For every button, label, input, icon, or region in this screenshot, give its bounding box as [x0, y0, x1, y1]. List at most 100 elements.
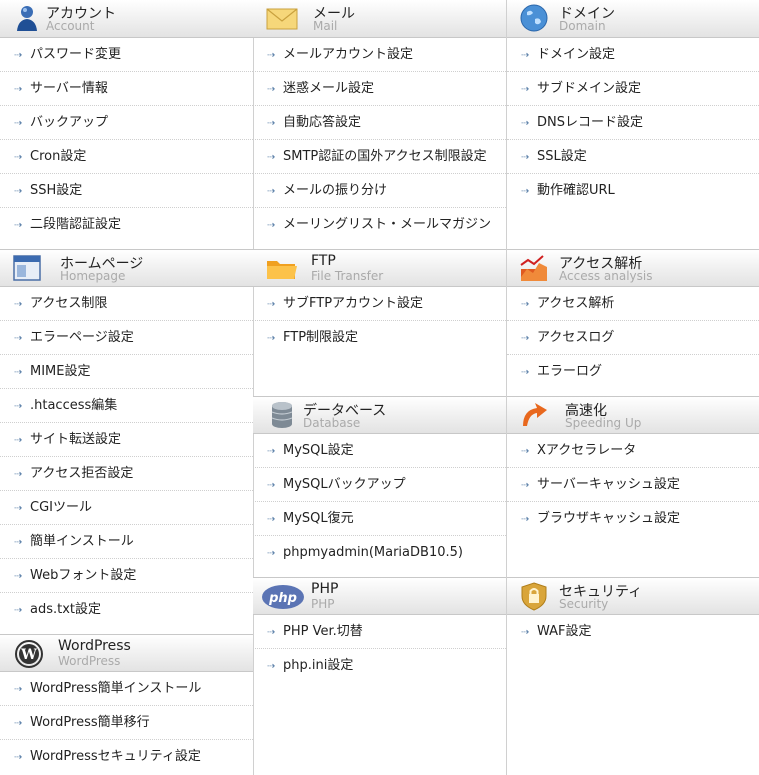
menu-item-dns[interactable]: ⇢ DNSレコード設定: [507, 106, 759, 140]
arrow-icon: ⇢: [267, 446, 276, 457]
arrow-icon: ⇢: [267, 152, 276, 163]
menu-item-easy-install[interactable]: ⇢ 簡単インストール: [0, 525, 253, 559]
section-subtitle: Domain: [559, 19, 606, 33]
menu-item-wp-security[interactable]: ⇢ WordPressセキュリティ設定: [0, 740, 253, 774]
menu-item-ssl[interactable]: ⇢ SSL設定: [507, 140, 759, 174]
menu-item-auto-reply[interactable]: ⇢ 自動応答設定: [253, 106, 506, 140]
arrow-icon: ⇢: [14, 537, 23, 548]
arrow-icon: ⇢: [14, 435, 23, 446]
menu-item-waf[interactable]: ⇢ WAF設定: [507, 615, 759, 649]
section-header-account: アカウント Account: [0, 0, 253, 38]
menu-item-spam[interactable]: ⇢ 迷惑メール設定: [253, 72, 506, 106]
menu-item-access-log[interactable]: ⇢ アクセスログ: [507, 321, 759, 355]
svg-text:W: W: [20, 647, 37, 663]
section-title: FTP: [311, 253, 336, 269]
arrow-icon: ⇢: [521, 50, 530, 61]
section-header-database: データベース Database: [253, 396, 506, 434]
menu-item-access-analysis[interactable]: ⇢ アクセス解析: [507, 287, 759, 321]
arrow-icon: ⇢: [267, 480, 276, 491]
column-3: ドメイン Domain ⇢ ドメイン設定 ⇢ サブドメイン設定 ⇢ DNSレコード設定…: [507, 0, 759, 775]
menu-item-mysql[interactable]: ⇢ MySQL設定: [253, 434, 506, 468]
menu-item-mailing-list[interactable]: ⇢ メーリングリスト・メールマガジン: [253, 208, 506, 242]
arrow-icon: ⇢: [14, 118, 23, 129]
menu-item-wp-migrate[interactable]: ⇢ WordPress簡単移行: [0, 706, 253, 740]
arrow-icon: ⇢: [14, 469, 23, 480]
menu-item-domain[interactable]: ⇢ ドメイン設定: [507, 38, 759, 72]
arrow-icon: ⇢: [267, 333, 276, 344]
menu-item-mime[interactable]: ⇢ MIME設定: [0, 355, 253, 389]
arrow-icon: ⇢: [14, 186, 23, 197]
svg-text:php: php: [268, 591, 297, 606]
menu-item-error-page[interactable]: ⇢ エラーページ設定: [0, 321, 253, 355]
arrow-icon: ⇢: [521, 186, 530, 197]
menu-item-mail-filter[interactable]: ⇢ メールの振り分け: [253, 174, 506, 208]
arrow-icon: ⇢: [521, 480, 530, 491]
arrow-icon: ⇢: [521, 118, 530, 129]
menu-item-mail-account[interactable]: ⇢ メールアカウント設定: [253, 38, 506, 72]
menu-item-sub-ftp[interactable]: ⇢ サブFTPアカウント設定: [253, 287, 506, 321]
database-icon: [271, 402, 293, 428]
section-header-homepage: ホームページ Homepage: [0, 249, 253, 287]
arrow-icon: ⇢: [14, 299, 23, 310]
arrow-icon: ⇢: [14, 718, 23, 729]
menu-item-browser-cache[interactable]: ⇢ ブラウザキャッシュ設定: [507, 502, 759, 536]
menu-item-subdomain[interactable]: ⇢ サブドメイン設定: [507, 72, 759, 106]
arrow-icon: ⇢: [521, 446, 530, 457]
arrow-icon: ⇢: [14, 84, 23, 95]
section-subtitle: Account: [46, 19, 95, 33]
menu-item-2fa[interactable]: ⇢ 二段階認証設定: [0, 208, 253, 242]
section-header-speed: 高速化 Speeding Up: [507, 396, 759, 434]
menu-item-x-accelerator[interactable]: ⇢ Xアクセラレータ: [507, 434, 759, 468]
section-header-mail: メール Mail: [253, 0, 506, 38]
lock-icon: [521, 582, 547, 611]
arrow-icon: ⇢: [14, 684, 23, 695]
section-title: PHP: [311, 581, 339, 597]
arrow-icon: ⇢: [14, 605, 23, 616]
arrow-icon: ⇢: [267, 50, 276, 61]
menu-item-access-deny[interactable]: ⇢ アクセス拒否設定: [0, 457, 253, 491]
menu-item-backup[interactable]: ⇢ バックアップ: [0, 106, 253, 140]
arrow-icon: ⇢: [14, 752, 23, 763]
menu-item-php-ini[interactable]: ⇢ php.ini設定: [253, 649, 506, 683]
arrow-icon: ⇢: [267, 514, 276, 525]
arrow-icon: ⇢: [267, 118, 276, 129]
arrow-icon: ⇢: [14, 503, 23, 514]
column-1: アカウント Account ⇢ パスワード変更 ⇢ サーバー情報 ⇢ バックアップ ⇢…: [0, 0, 254, 775]
section-subtitle: File Transfer: [311, 269, 384, 283]
arrow-icon: ⇢: [267, 186, 276, 197]
analytics-icon: [520, 255, 547, 281]
section-subtitle: PHP: [311, 597, 335, 611]
menu-item-mysql-restore[interactable]: ⇢ MySQL復元: [253, 502, 506, 536]
arrow-icon: ⇢: [521, 84, 530, 95]
section-subtitle: Homepage: [60, 269, 126, 283]
menu-item-webfont[interactable]: ⇢ Webフォント設定: [0, 559, 253, 593]
menu-item-cgi[interactable]: ⇢ CGIツール: [0, 491, 253, 525]
menu-item-server-info[interactable]: ⇢ サーバー情報: [0, 72, 253, 106]
menu-item-ssh[interactable]: ⇢ SSH設定: [0, 174, 253, 208]
menu-item-mysql-backup[interactable]: ⇢ MySQLバックアップ: [253, 468, 506, 502]
arrow-icon: ⇢: [267, 84, 276, 95]
menu-item-server-cache[interactable]: ⇢ サーバーキャッシュ設定: [507, 468, 759, 502]
section-subtitle: Speeding Up: [565, 416, 642, 430]
menu-item-htaccess[interactable]: ⇢ .htaccess編集: [0, 389, 253, 423]
menu-item-phpmyadmin[interactable]: ⇢ phpmyadmin(MariaDB10.5): [253, 536, 506, 570]
menu-item-ads-txt[interactable]: ⇢ ads.txt設定: [0, 593, 253, 627]
menu-item-php-version[interactable]: ⇢ PHP Ver.切替: [253, 615, 506, 649]
menu-item-test-url[interactable]: ⇢ 動作確認URL: [507, 174, 759, 208]
section-header-analytics: アクセス解析 Access analysis: [507, 249, 759, 287]
section-subtitle: WordPress: [58, 654, 121, 668]
account-icon: [17, 6, 37, 31]
menu-item-error-log[interactable]: ⇢ エラーログ: [507, 355, 759, 389]
menu-item-smtp-limit[interactable]: ⇢ SMTP認証の国外アクセス制限設定: [253, 140, 506, 174]
menu-item-password[interactable]: ⇢ パスワード変更: [0, 38, 253, 72]
menu-item-ftp-limit[interactable]: ⇢ FTP制限設定: [253, 321, 506, 355]
menu-item-access-limit[interactable]: ⇢ アクセス制限: [0, 287, 253, 321]
menu-item-cron[interactable]: ⇢ Cron設定: [0, 140, 253, 174]
arrow-icon: ⇢: [521, 627, 530, 638]
section-subtitle: Access analysis: [559, 269, 653, 283]
menu-item-wp-install[interactable]: ⇢ WordPress簡単インストール: [0, 672, 253, 706]
section-subtitle: Security: [559, 597, 609, 611]
section-header-ftp: FTP File Transfer: [253, 249, 506, 287]
menu-item-redirect[interactable]: ⇢ サイト転送設定: [0, 423, 253, 457]
section-header-php: php PHP PHP: [253, 577, 506, 615]
